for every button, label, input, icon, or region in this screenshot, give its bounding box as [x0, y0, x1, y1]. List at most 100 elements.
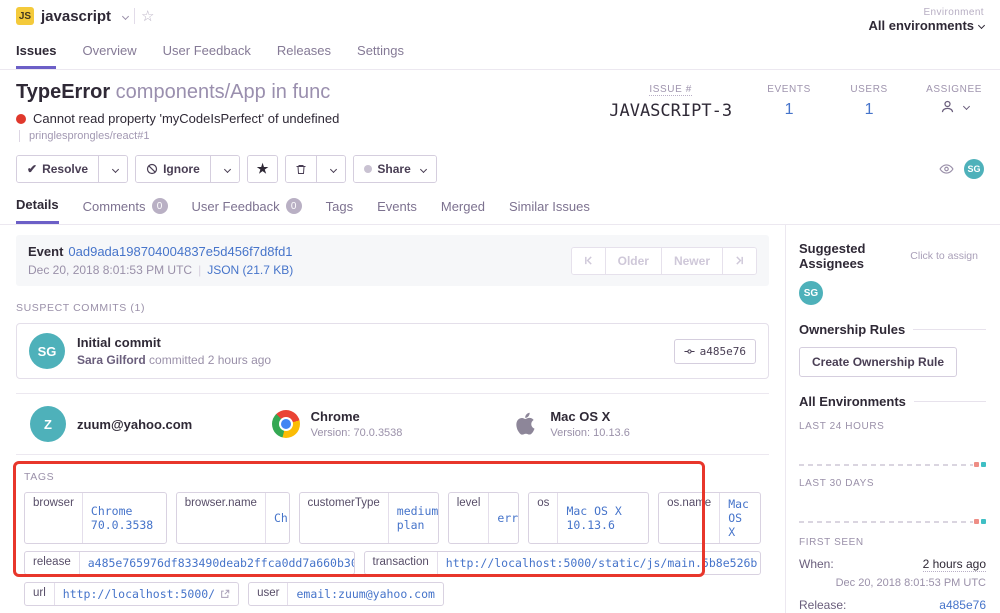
divider — [914, 401, 986, 402]
chevron-down-icon — [112, 165, 119, 172]
tags-section: TAGS browserChrome 70.0.3538 browser.nam… — [16, 465, 769, 613]
last-24-hours-label: LAST 24 HOURS — [799, 421, 986, 432]
tag-os: osMac OS X 10.13.6 — [528, 492, 649, 544]
ignore-button[interactable]: Ignore — [136, 156, 210, 182]
suspect-commit-card: SG Initial commit Sara Gilford committed… — [16, 323, 769, 379]
tag-browser-name: browser.nameChrome — [176, 492, 290, 544]
tag-url: urlhttp://localhost:5000/ — [24, 582, 239, 606]
issue-title: TypeError components/App in func — [16, 81, 339, 104]
tab-comments[interactable]: Comments0 — [83, 197, 168, 224]
commit-sha-button[interactable]: a485e76 — [674, 339, 756, 364]
user-avatar: Z — [30, 406, 66, 442]
tag-transaction: transactionhttp://localhost:5000/static/… — [364, 551, 761, 575]
sparkline-event-bar — [974, 462, 979, 467]
git-commit-icon — [684, 346, 695, 357]
issue-header: TypeError components/App in func Cannot … — [0, 70, 1000, 225]
nav-tab-overview[interactable]: Overview — [82, 43, 136, 69]
nav-tab-issues[interactable]: Issues — [16, 43, 56, 69]
tag-browser: browserChrome 70.0.3538 — [24, 492, 167, 544]
event-id-link[interactable]: 0ad9ada198704004837e5d456f7d8fd1 — [68, 244, 292, 259]
tag-level: levelerror — [448, 492, 520, 544]
first-seen-release-link[interactable]: a485e76 — [939, 598, 986, 612]
error-level-dot-icon — [16, 114, 26, 124]
suggested-assignee-avatar[interactable]: SG — [799, 281, 823, 305]
event-context-row: Z zuum@yahoo.com Chrome Version: 70.0.35… — [16, 393, 769, 455]
delete-button[interactable] — [286, 156, 316, 182]
assignee-label: ASSIGNEE — [926, 84, 982, 95]
mute-icon — [146, 163, 158, 175]
tab-merged[interactable]: Merged — [441, 197, 485, 224]
top-bar: JS javascript ☆ Environment All environm… — [0, 0, 1000, 33]
bookmark-project-star-icon[interactable]: ☆ — [141, 7, 154, 25]
chevron-down-icon — [330, 165, 337, 172]
older-event-button[interactable]: Older — [605, 248, 661, 274]
chevron-down-icon — [978, 22, 985, 29]
first-seen-date: Dec 20, 2018 8:01:53 PM UTC — [799, 577, 986, 589]
share-button[interactable]: Share — [354, 156, 435, 182]
os-name: Mac OS X — [550, 409, 630, 424]
issue-number: JAVASCRIPT-3 — [609, 101, 732, 121]
project-platform-icon: JS — [16, 7, 34, 25]
tab-user-feedback[interactable]: User Feedback0 — [192, 197, 302, 224]
skip-last-icon — [735, 256, 744, 265]
bookmark-issue-button[interactable]: ★ — [248, 156, 278, 182]
resolve-dropdown-button[interactable] — [98, 156, 127, 182]
sparkline-baseline — [799, 464, 973, 466]
chrome-icon — [272, 410, 300, 438]
first-event-button[interactable] — [572, 248, 605, 274]
last-event-button[interactable] — [722, 248, 756, 274]
issue-message: Cannot read property 'myCodeIsPerfect' o… — [33, 111, 339, 126]
events-count[interactable]: 1 — [766, 101, 812, 119]
chevron-down-icon — [420, 165, 427, 172]
first-seen-when-label: When: — [799, 557, 834, 571]
environment-label: Environment — [869, 7, 984, 18]
nav-tab-settings[interactable]: Settings — [357, 43, 404, 69]
context-user[interactable]: Z zuum@yahoo.com — [30, 406, 272, 442]
events-label: EVENTS — [766, 84, 812, 95]
comments-count-badge: 0 — [152, 198, 168, 214]
sidebar: Suggested AssigneesClick to assign SG Ow… — [786, 225, 1000, 613]
commit-author-avatar: SG — [29, 333, 65, 369]
nav-tab-releases[interactable]: Releases — [277, 43, 331, 69]
feedback-count-badge: 0 — [286, 198, 302, 214]
newer-event-button[interactable]: Newer — [661, 248, 722, 274]
delete-dropdown-button[interactable] — [316, 156, 345, 182]
assignee-dropdown[interactable] — [926, 99, 982, 114]
ownership-rules-heading: Ownership Rules — [799, 322, 905, 337]
create-ownership-rule-button[interactable]: Create Ownership Rule — [799, 347, 957, 377]
project-switcher[interactable]: JS javascript — [16, 7, 128, 25]
issue-annotation[interactable]: pringlesprongles/react#1 — [19, 130, 339, 142]
context-browser[interactable]: Chrome Version: 70.0.3538 — [272, 406, 514, 442]
tag-customer-type: customerTypemedium-plan — [299, 492, 439, 544]
star-filled-icon: ★ — [257, 161, 269, 177]
project-nav: Issues Overview User Feedback Releases S… — [0, 33, 1000, 70]
ignore-dropdown-button[interactable] — [210, 156, 239, 182]
eye-icon[interactable] — [938, 162, 955, 176]
participant-avatar[interactable]: SG — [964, 159, 984, 179]
tab-similar-issues[interactable]: Similar Issues — [509, 197, 590, 224]
tab-events[interactable]: Events — [377, 197, 417, 224]
suggested-assignees-note: Click to assign — [910, 250, 978, 262]
first-seen-heading: FIRST SEEN — [799, 537, 986, 548]
tab-tags[interactable]: Tags — [326, 197, 353, 224]
event-timestamp: Dec 20, 2018 8:01:53 PM UTC — [28, 263, 192, 277]
nav-tab-user-feedback[interactable]: User Feedback — [163, 43, 251, 69]
environment-selector[interactable]: All environments — [869, 18, 984, 33]
tags-heading: TAGS — [24, 471, 761, 483]
users-count[interactable]: 1 — [846, 101, 892, 119]
context-os[interactable]: Mac OS X Version: 10.13.6 — [513, 406, 755, 442]
first-seen-release-label: Release: — [799, 598, 846, 612]
issue-culprit: components/App in func — [116, 81, 331, 103]
commit-title: Initial commit — [77, 335, 662, 350]
tab-details[interactable]: Details — [16, 197, 59, 224]
commit-author: Sara Gilford — [77, 353, 146, 367]
sparkline-baseline — [799, 521, 973, 523]
check-icon: ✔ — [27, 162, 37, 176]
share-status-dot-icon — [364, 165, 372, 173]
divider — [913, 329, 986, 330]
event-banner: Event0ad9ada198704004837e5d456f7d8fd1 De… — [16, 235, 769, 286]
event-json-link[interactable]: JSON (21.7 KB) — [207, 263, 293, 277]
divider: | — [198, 263, 201, 277]
main-column: Event0ad9ada198704004837e5d456f7d8fd1 De… — [0, 225, 786, 613]
resolve-button[interactable]: ✔Resolve — [17, 156, 98, 182]
